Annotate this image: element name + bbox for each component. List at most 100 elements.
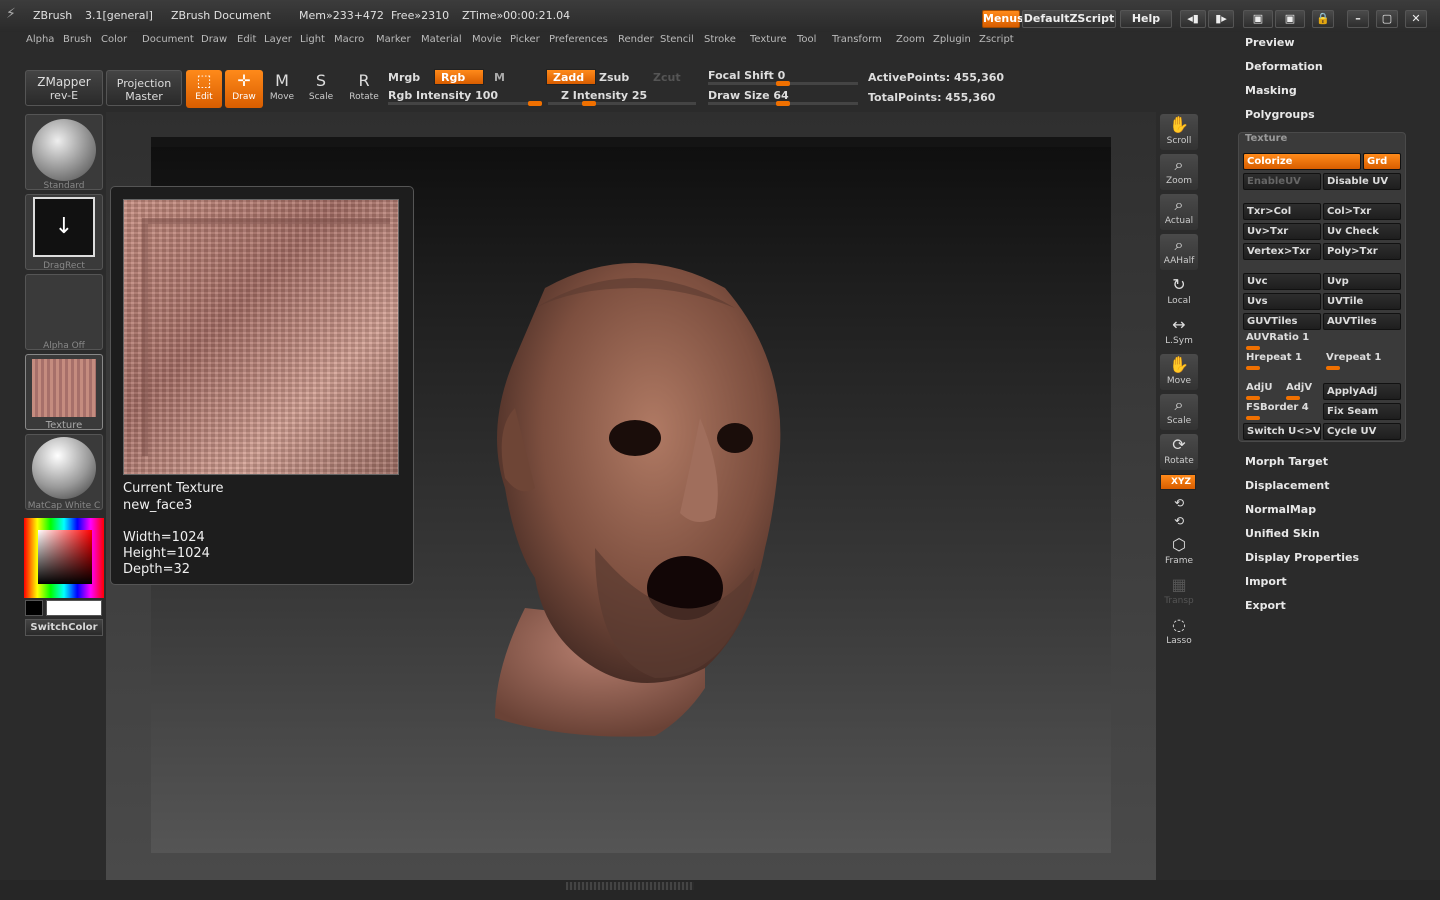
menu-macro[interactable]: Macro bbox=[334, 34, 364, 45]
hrepeat-slider[interactable]: Hrepeat 1 bbox=[1246, 352, 1302, 370]
minimize-icon[interactable]: – bbox=[1347, 10, 1369, 28]
projection-master-button[interactable]: Projection Master bbox=[106, 70, 182, 106]
poly-txr-button[interactable]: Poly>Txr bbox=[1323, 243, 1401, 260]
menu-texture[interactable]: Texture bbox=[750, 34, 787, 45]
tray-right-icon[interactable]: ▣ bbox=[1275, 10, 1305, 28]
displacement-menu[interactable]: Displacement bbox=[1245, 479, 1330, 492]
rotate-axis-icons[interactable]: ⟲ ⟲ bbox=[1160, 494, 1198, 530]
unified-skin-menu[interactable]: Unified Skin bbox=[1245, 527, 1320, 540]
uvc-button[interactable]: Uvc bbox=[1243, 273, 1321, 290]
main-color-swatch[interactable] bbox=[46, 600, 102, 616]
texture-subpalette-title[interactable]: Texture bbox=[1245, 133, 1287, 144]
guvtiles-button[interactable]: GUVTiles bbox=[1243, 313, 1321, 330]
menu-alpha[interactable]: Alpha bbox=[26, 34, 54, 45]
transp-button[interactable]: ▦ Transp bbox=[1160, 574, 1198, 610]
layout-prev-icon[interactable]: ◂▮ bbox=[1180, 10, 1206, 28]
normalmap-menu[interactable]: NormalMap bbox=[1245, 503, 1316, 516]
colorize-button[interactable]: Colorize bbox=[1243, 153, 1361, 170]
menu-transform[interactable]: Transform bbox=[832, 34, 882, 45]
deformation-menu[interactable]: Deformation bbox=[1245, 60, 1323, 73]
rotate-mode-button[interactable]: R Rotate bbox=[346, 70, 382, 108]
layout-next-icon[interactable]: ▮▸ bbox=[1208, 10, 1234, 28]
alpha-selector[interactable]: Alpha Off bbox=[25, 274, 103, 351]
lock-icon[interactable]: 🔒 bbox=[1312, 10, 1334, 28]
draw-mode-button[interactable]: ✛ Draw bbox=[225, 70, 263, 108]
menu-light[interactable]: Light bbox=[300, 34, 325, 45]
menu-render[interactable]: Render bbox=[618, 34, 654, 45]
menu-layer[interactable]: Layer bbox=[264, 34, 292, 45]
uv-txr-button[interactable]: Uv>Txr bbox=[1243, 223, 1321, 240]
menu-zplugin[interactable]: Zplugin bbox=[933, 34, 971, 45]
m-toggle[interactable]: M bbox=[494, 71, 505, 84]
brush-selector[interactable]: Standard bbox=[25, 114, 103, 191]
col-txr-button[interactable]: Col>Txr bbox=[1323, 203, 1401, 220]
stroke-selector[interactable]: ↓ DragRect bbox=[25, 194, 103, 271]
fix-seam-button[interactable]: Fix Seam bbox=[1323, 403, 1401, 420]
rgb-intensity-slider[interactable] bbox=[388, 101, 542, 106]
adju-slider[interactable]: AdjU bbox=[1246, 382, 1272, 400]
lsym-button[interactable]: ↔ L.Sym bbox=[1160, 314, 1198, 350]
uvp-button[interactable]: Uvp bbox=[1323, 273, 1401, 290]
uvs-button[interactable]: Uvs bbox=[1243, 293, 1321, 310]
applyadj-button[interactable]: ApplyAdj bbox=[1323, 383, 1401, 400]
vrepeat-slider[interactable]: Vrepeat 1 bbox=[1326, 352, 1381, 370]
menu-color[interactable]: Color bbox=[101, 34, 127, 45]
z-intensity-slider[interactable] bbox=[548, 101, 696, 106]
edit-mode-button[interactable]: ⬚ Edit bbox=[186, 70, 222, 108]
auvtiles-button[interactable]: AUVTiles bbox=[1323, 313, 1401, 330]
move-view-button[interactable]: ✋ Move bbox=[1160, 354, 1198, 390]
actual-button[interactable]: ⌕ Actual bbox=[1160, 194, 1198, 230]
polygroups-menu[interactable]: Polygroups bbox=[1245, 108, 1315, 121]
import-menu[interactable]: Import bbox=[1245, 575, 1287, 588]
bottom-tray-handle[interactable] bbox=[566, 882, 694, 890]
masking-menu[interactable]: Masking bbox=[1245, 84, 1297, 97]
focal-shift-slider[interactable] bbox=[708, 81, 858, 86]
frame-button[interactable]: ⬡ Frame bbox=[1160, 534, 1198, 570]
txr-col-button[interactable]: Txr>Col bbox=[1243, 203, 1321, 220]
rgb-toggle[interactable]: Rgb bbox=[434, 69, 484, 85]
export-menu[interactable]: Export bbox=[1245, 599, 1286, 612]
display-properties-menu[interactable]: Display Properties bbox=[1245, 551, 1359, 564]
auvratio-slider[interactable]: AUVRatio 1 bbox=[1246, 332, 1309, 350]
adjv-slider[interactable]: AdjV bbox=[1286, 382, 1312, 400]
disableuv-button[interactable]: Disable UV bbox=[1323, 173, 1401, 190]
morph-target-menu[interactable]: Morph Target bbox=[1245, 455, 1328, 468]
close-icon[interactable]: ✕ bbox=[1405, 10, 1427, 28]
sculpted-head-model[interactable] bbox=[485, 248, 785, 740]
texture-selector[interactable]: Texture bbox=[25, 354, 103, 431]
menu-document[interactable]: Document bbox=[142, 34, 194, 45]
menu-edit[interactable]: Edit bbox=[237, 34, 256, 45]
menu-tool[interactable]: Tool bbox=[797, 34, 816, 45]
rotate-view-button[interactable]: ⟳ Rotate bbox=[1160, 434, 1198, 470]
zmapper-button[interactable]: ZMapper rev-E bbox=[25, 70, 103, 106]
menu-draw[interactable]: Draw bbox=[201, 34, 227, 45]
default-zscript-button[interactable]: DefaultZScript bbox=[1022, 10, 1116, 28]
zcut-toggle[interactable]: Zcut bbox=[653, 71, 681, 84]
fsborder-slider[interactable]: FSBorder 4 bbox=[1246, 402, 1309, 420]
menu-zoom[interactable]: Zoom bbox=[896, 34, 925, 45]
vertex-txr-button[interactable]: Vertex>Txr bbox=[1243, 243, 1321, 260]
zsub-toggle[interactable]: Zsub bbox=[599, 71, 629, 84]
switch-color-button[interactable]: SwitchColor bbox=[25, 619, 103, 636]
uv-check-button[interactable]: Uv Check bbox=[1323, 223, 1401, 240]
tray-left-icon[interactable]: ▣ bbox=[1243, 10, 1273, 28]
help-button[interactable]: Help bbox=[1120, 10, 1172, 28]
zoom-button[interactable]: ⌕ Zoom bbox=[1160, 154, 1198, 190]
preview-menu[interactable]: Preview bbox=[1245, 36, 1295, 49]
aahalf-button[interactable]: ⌕ AAHalf bbox=[1160, 234, 1198, 270]
secondary-color-swatch[interactable] bbox=[25, 600, 43, 616]
xyz-toggle[interactable]: XYZ bbox=[1160, 474, 1196, 490]
menu-movie[interactable]: Movie bbox=[472, 34, 502, 45]
material-selector[interactable]: MatCap White C bbox=[25, 434, 103, 511]
menus-button[interactable]: Menus bbox=[982, 10, 1024, 28]
cycle-uv-button[interactable]: Cycle UV bbox=[1323, 423, 1401, 440]
menu-zscript[interactable]: Zscript bbox=[979, 34, 1014, 45]
enableuv-button[interactable]: EnableUV bbox=[1243, 173, 1321, 190]
menu-marker[interactable]: Marker bbox=[376, 34, 411, 45]
draw-size-slider[interactable] bbox=[708, 101, 858, 106]
mrgb-toggle[interactable]: Mrgb bbox=[388, 71, 420, 84]
switch-uv-button[interactable]: Switch U<>V bbox=[1243, 423, 1321, 440]
color-saturation-square[interactable] bbox=[38, 530, 92, 584]
grd-button[interactable]: Grd bbox=[1363, 153, 1401, 170]
lasso-button[interactable]: ◌ Lasso bbox=[1160, 614, 1198, 650]
